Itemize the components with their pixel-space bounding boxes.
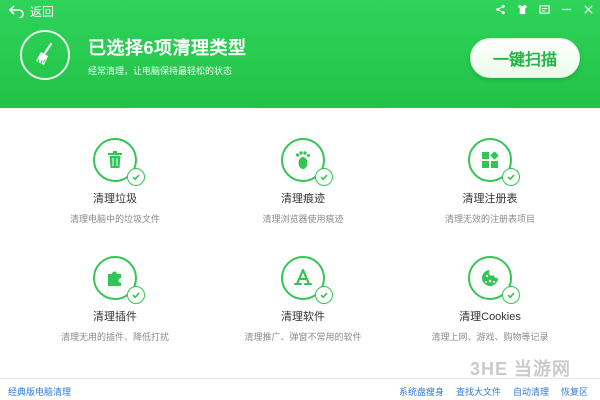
title-bar: 返回: [0, 0, 600, 22]
item-desc: 清理无效的注册表项目: [444, 214, 535, 224]
close-icon[interactable]: [582, 3, 594, 15]
cleanup-item-software[interactable]: 清理软件 清理推广、弹窗不常用的软件: [213, 256, 393, 343]
cleanup-type-grid: 清理垃圾 清理电脑中的垃圾文件 清理痕迹 清理浏览器使用痕迹 清理注册表 清理无…: [0, 108, 600, 378]
footer-link-recovery[interactable]: 恢复区: [561, 385, 588, 398]
header-banner: 返回 已选择6项清理类型 经常清理，让电脑保持最轻松的状态 一键扫描: [0, 0, 600, 108]
item-title: 清理痕迹: [281, 193, 325, 205]
checkmark-icon[interactable]: [502, 286, 520, 304]
cleanup-item-junk[interactable]: 清理垃圾 清理电脑中的垃圾文件: [25, 138, 205, 225]
cleanup-item-traces[interactable]: 清理痕迹 清理浏览器使用痕迹: [213, 138, 393, 225]
item-desc: 清理上网、游戏、购物等记录: [431, 332, 549, 342]
item-desc: 清理无用的插件、降低打扰: [60, 332, 169, 342]
item-desc: 清理浏览器使用痕迹: [262, 214, 344, 224]
cleanup-item-registry[interactable]: 清理注册表 清理无效的注册表项目: [400, 138, 580, 225]
shirt-icon[interactable]: [516, 3, 528, 15]
page-subtitle: 经常清理，让电脑保持最轻松的状态: [88, 66, 233, 76]
checkmark-icon[interactable]: [127, 168, 145, 186]
item-title: 清理Cookies: [459, 311, 521, 323]
item-title: 清理插件: [93, 311, 137, 323]
minimize-icon[interactable]: [560, 3, 572, 15]
broom-icon: [20, 30, 70, 80]
footer-link-auto-clean[interactable]: 自动清理: [513, 385, 549, 398]
window-controls: [494, 3, 594, 15]
one-click-scan-button[interactable]: 一键扫描: [470, 38, 580, 78]
item-title: 清理垃圾: [93, 193, 137, 205]
share-icon[interactable]: [494, 3, 506, 15]
item-title: 清理软件: [281, 311, 325, 323]
footer-link-large-files[interactable]: 查找大文件: [456, 385, 501, 398]
back-arrow-icon: [8, 5, 24, 18]
back-label: 返回: [30, 4, 55, 19]
back-button[interactable]: 返回: [8, 3, 54, 19]
checkmark-icon[interactable]: [315, 286, 333, 304]
item-desc: 清理推广、弹窗不常用的软件: [244, 332, 362, 342]
checkmark-icon[interactable]: [502, 168, 520, 186]
cleanup-item-plugins[interactable]: 清理插件 清理无用的插件、降低打扰: [25, 256, 205, 343]
checkmark-icon[interactable]: [315, 168, 333, 186]
cleanup-item-cookies[interactable]: 清理Cookies 清理上网、游戏、购物等记录: [400, 256, 580, 343]
page-title: 已选择6项清理类型: [88, 38, 247, 58]
item-title: 清理注册表: [462, 193, 518, 205]
footer-bar: 经典版电脑清理 系统盘瘦身 查找大文件 自动清理 恢复区: [0, 378, 600, 400]
classic-cleanup-link[interactable]: 经典版电脑清理: [8, 385, 71, 398]
footer-links: 系统盘瘦身 查找大文件 自动清理 恢复区: [399, 385, 588, 398]
checkmark-icon[interactable]: [127, 286, 145, 304]
footer-link-disk-slim[interactable]: 系统盘瘦身: [399, 385, 444, 398]
item-desc: 清理电脑中的垃圾文件: [69, 214, 160, 224]
menu-icon[interactable]: [538, 3, 550, 15]
